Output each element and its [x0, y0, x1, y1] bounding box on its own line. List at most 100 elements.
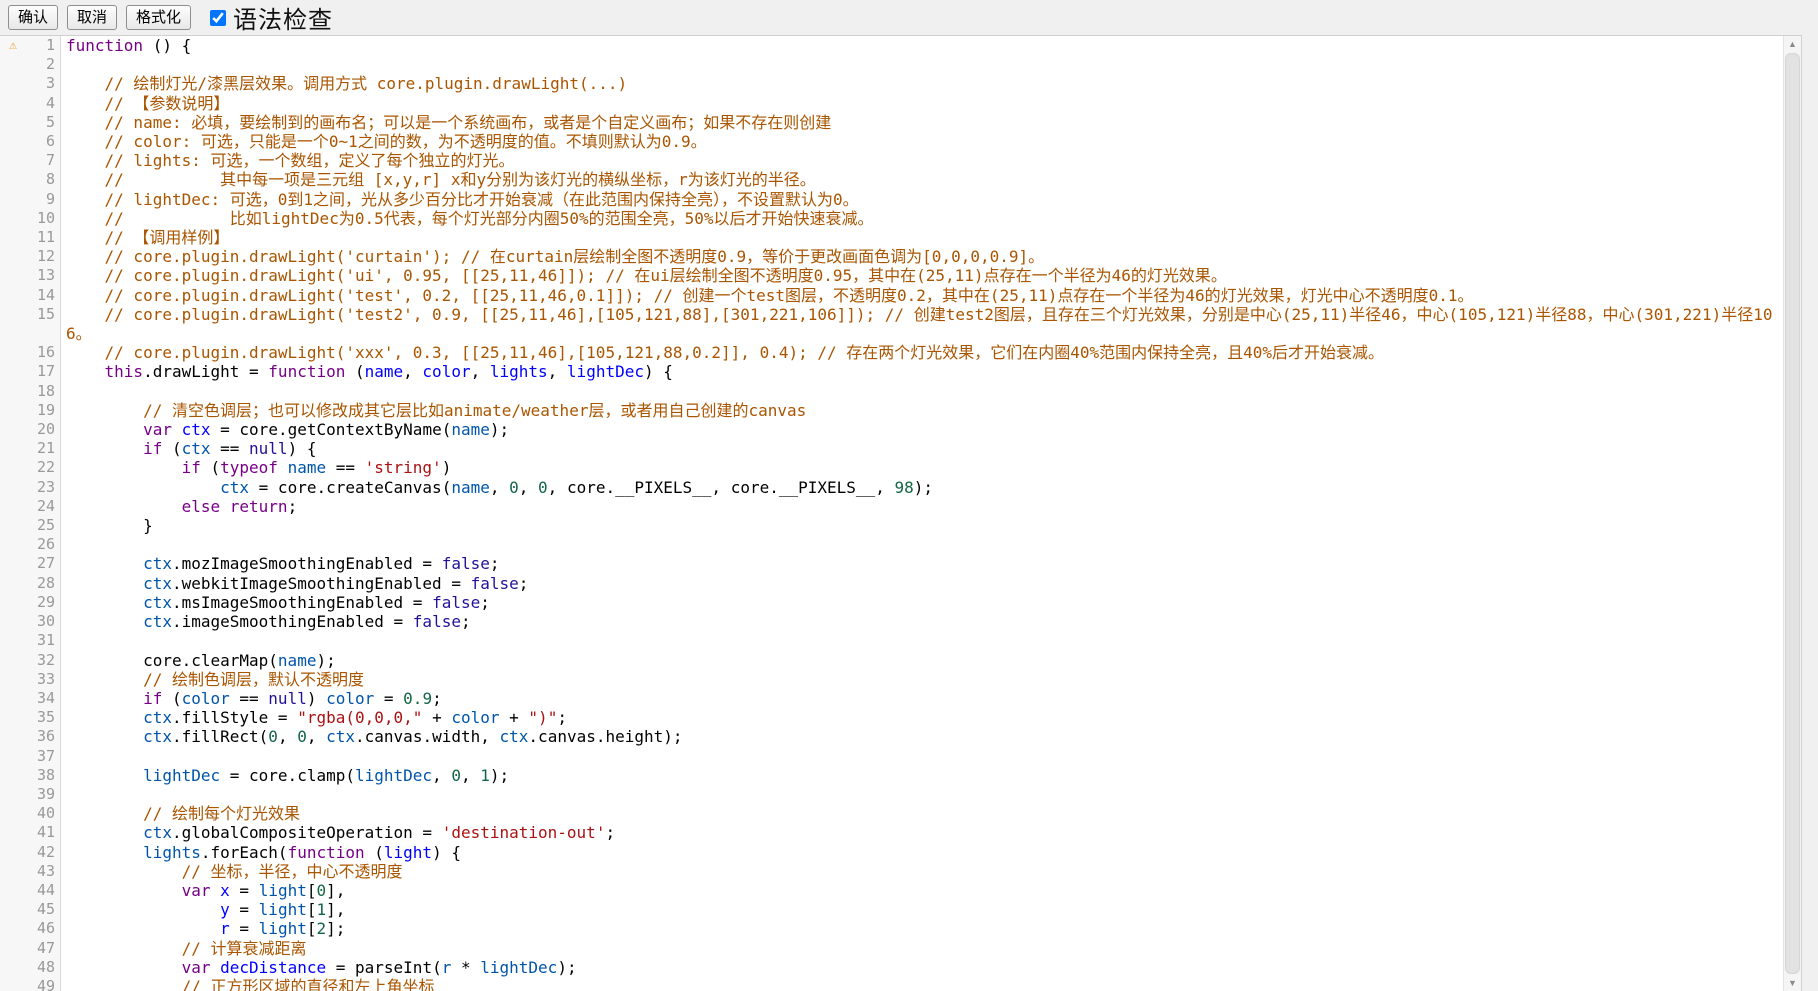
line-number: 43 [26, 862, 61, 881]
gutter-marker [0, 900, 26, 919]
gutter-marker [0, 977, 26, 991]
gutter-marker [0, 74, 26, 93]
code-line[interactable]: 16 // core.plugin.drawLight('xxx', 0.3, … [0, 343, 1784, 362]
code-editor[interactable]: ⚠1function () {23 // 绘制灯光/漆黑层效果。调用方式 cor… [0, 35, 1802, 991]
line-number: 32 [26, 651, 61, 670]
gutter-marker [0, 170, 26, 189]
code-lines[interactable]: ⚠1function () {23 // 绘制灯光/漆黑层效果。调用方式 cor… [0, 36, 1784, 991]
line-number: 22 [26, 458, 61, 477]
code-line[interactable]: 29 ctx.msImageSmoothingEnabled = false; [0, 593, 1784, 612]
line-number: 18 [26, 382, 61, 401]
code-line[interactable]: 42 lights.forEach(function (light) { [0, 843, 1784, 862]
code-line[interactable]: 11 // 【调用样例】 [0, 228, 1784, 247]
scroll-up-icon[interactable]: ▲ [1784, 36, 1801, 52]
code-line[interactable]: 49 // 正方形区域的直径和左上角坐标 [0, 977, 1784, 991]
code-line[interactable]: 14 // core.plugin.drawLight('test', 0.2,… [0, 286, 1784, 305]
code-line[interactable]: 21 if (ctx == null) { [0, 439, 1784, 458]
code-line[interactable]: 44 var x = light[0], [0, 881, 1784, 900]
code-line[interactable]: 37 [0, 747, 1784, 766]
code-line[interactable]: 19 // 清空色调层；也可以修改成其它层比如animate/weather层，… [0, 401, 1784, 420]
code-line[interactable]: 40 // 绘制每个灯光效果 [0, 804, 1784, 823]
code-line[interactable]: 6 // color: 可选，只能是一个0~1之间的数，为不透明度的值。不填则默… [0, 132, 1784, 151]
gutter-marker [0, 554, 26, 573]
code-line[interactable]: 33 // 绘制色调层，默认不透明度 [0, 670, 1784, 689]
toolbar: 确认 取消 格式化 语法检查 [0, 0, 1818, 35]
code-line[interactable]: 22 if (typeof name == 'string') [0, 458, 1784, 477]
code-text: r = light[2]; [61, 919, 1784, 938]
code-line[interactable]: ⚠1function () { [0, 36, 1784, 55]
line-number: 30 [26, 612, 61, 631]
confirm-button[interactable]: 确认 [8, 5, 58, 30]
line-number: 5 [26, 113, 61, 132]
code-line[interactable]: 23 ctx = core.createCanvas(name, 0, 0, c… [0, 478, 1784, 497]
gutter-marker [0, 151, 26, 170]
code-line[interactable]: 20 var ctx = core.getContextByName(name)… [0, 420, 1784, 439]
code-line[interactable]: 2 [0, 55, 1784, 74]
code-line[interactable]: 46 r = light[2]; [0, 919, 1784, 938]
code-line[interactable]: 10 // 比如lightDec为0.5代表，每个灯光部分内圈50%的范围全亮，… [0, 209, 1784, 228]
gutter-marker [0, 266, 26, 285]
code-line[interactable]: 28 ctx.webkitImageSmoothingEnabled = fal… [0, 574, 1784, 593]
line-number: 2 [26, 55, 61, 74]
code-text: // name: 必填，要绘制到的画布名；可以是一个系统画布，或者是个自定义画布… [61, 113, 1784, 132]
code-line[interactable]: 9 // lightDec: 可选，0到1之间，光从多少百分比才开始衰减（在此范… [0, 190, 1784, 209]
code-line[interactable]: 36 ctx.fillRect(0, 0, ctx.canvas.width, … [0, 727, 1784, 746]
code-line[interactable]: 32 core.clearMap(name); [0, 651, 1784, 670]
code-text: core.clearMap(name); [61, 651, 1784, 670]
cancel-button[interactable]: 取消 [67, 5, 117, 30]
code-text: ctx.msImageSmoothingEnabled = false; [61, 593, 1784, 612]
scrollbar-thumb[interactable] [1785, 53, 1800, 974]
line-number: 35 [26, 708, 61, 727]
syntax-check-group: 语法检查 [210, 0, 333, 35]
code-line[interactable]: 39 [0, 785, 1784, 804]
gutter-marker [0, 689, 26, 708]
code-line[interactable]: 41 ctx.globalCompositeOperation = 'desti… [0, 823, 1784, 842]
line-number: 26 [26, 535, 61, 554]
code-line[interactable]: 26 [0, 535, 1784, 554]
code-line[interactable]: 38 lightDec = core.clamp(lightDec, 0, 1)… [0, 766, 1784, 785]
gutter-marker [0, 843, 26, 862]
line-number: 3 [26, 74, 61, 93]
code-line[interactable]: 12 // core.plugin.drawLight('curtain'); … [0, 247, 1784, 266]
gutter-marker [0, 919, 26, 938]
code-line[interactable]: 3 // 绘制灯光/漆黑层效果。调用方式 core.plugin.drawLig… [0, 74, 1784, 93]
gutter-marker [0, 862, 26, 881]
code-line[interactable]: 13 // core.plugin.drawLight('ui', 0.95, … [0, 266, 1784, 285]
code-line[interactable]: 5 // name: 必填，要绘制到的画布名；可以是一个系统画布，或者是个自定义… [0, 113, 1784, 132]
vertical-scrollbar[interactable]: ▲ ▼ [1783, 36, 1801, 991]
code-text: // 清空色调层；也可以修改成其它层比如animate/weather层，或者用… [61, 401, 1784, 420]
code-line[interactable]: 35 ctx.fillStyle = "rgba(0,0,0," + color… [0, 708, 1784, 727]
code-line[interactable]: 24 else return; [0, 497, 1784, 516]
code-line[interactable]: 43 // 坐标，半径，中心不透明度 [0, 862, 1784, 881]
code-line[interactable]: 25 } [0, 516, 1784, 535]
code-line[interactable]: 17 this.drawLight = function (name, colo… [0, 362, 1784, 381]
code-line[interactable]: 31 [0, 631, 1784, 650]
code-line[interactable]: 47 // 计算衰减距离 [0, 939, 1784, 958]
gutter-marker [0, 94, 26, 113]
gutter-marker [0, 190, 26, 209]
gutter-marker [0, 420, 26, 439]
code-line[interactable]: 48 var decDistance = parseInt(r * lightD… [0, 958, 1784, 977]
code-text: // 绘制灯光/漆黑层效果。调用方式 core.plugin.drawLight… [61, 74, 1784, 93]
gutter-marker [0, 708, 26, 727]
code-line[interactable]: 27 ctx.mozImageSmoothingEnabled = false; [0, 554, 1784, 573]
code-text: var ctx = core.getContextByName(name); [61, 420, 1784, 439]
code-line[interactable]: 34 if (color == null) color = 0.9; [0, 689, 1784, 708]
syntax-check-checkbox[interactable] [210, 10, 226, 26]
code-line[interactable]: 8 // 其中每一项是三元组 [x,y,r] x和y分别为该灯光的横纵坐标，r为… [0, 170, 1784, 189]
gutter-marker [0, 651, 26, 670]
code-line[interactable]: 7 // lights: 可选，一个数组，定义了每个独立的灯光。 [0, 151, 1784, 170]
code-line[interactable]: 4 // 【参数说明】 [0, 94, 1784, 113]
code-line[interactable]: 30 ctx.imageSmoothingEnabled = false; [0, 612, 1784, 631]
code-line[interactable]: 15 // core.plugin.drawLight('test2', 0.9… [0, 305, 1784, 343]
format-button[interactable]: 格式化 [126, 5, 191, 30]
code-text: // lights: 可选，一个数组，定义了每个独立的灯光。 [61, 151, 1784, 170]
code-line[interactable]: 18 [0, 382, 1784, 401]
gutter-marker [0, 55, 26, 74]
code-text: var decDistance = parseInt(r * lightDec)… [61, 958, 1784, 977]
line-number: 1 [26, 36, 61, 55]
line-number: 29 [26, 593, 61, 612]
gutter-marker [0, 958, 26, 977]
scroll-down-icon[interactable]: ▼ [1784, 975, 1801, 991]
code-line[interactable]: 45 y = light[1], [0, 900, 1784, 919]
